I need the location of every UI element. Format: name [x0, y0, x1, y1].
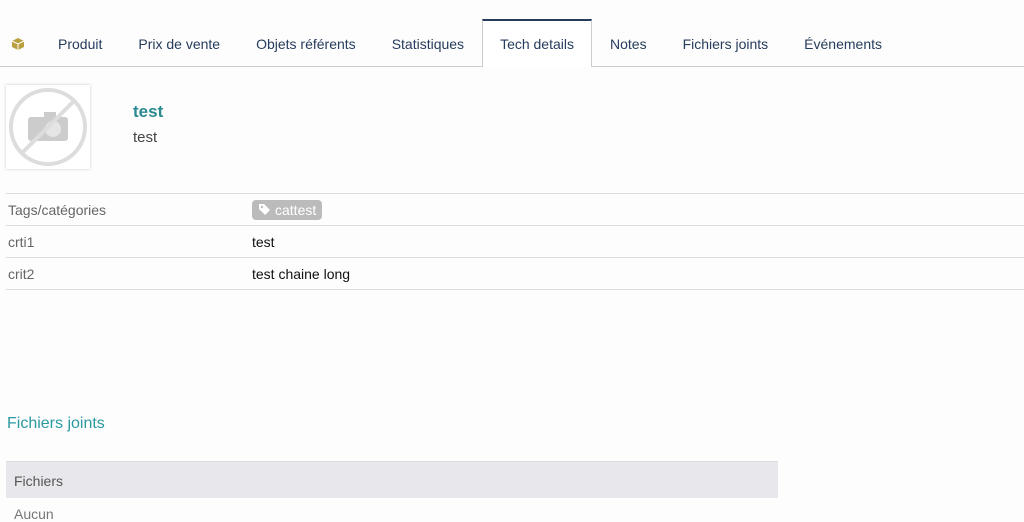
- table-row: Tags/catégories cattest: [6, 193, 1024, 226]
- tab-evenements[interactable]: Événements: [786, 19, 900, 66]
- field-label: crit2: [6, 257, 250, 290]
- tag-label: cattest: [275, 201, 317, 218]
- no-photo-image[interactable]: [6, 85, 90, 169]
- field-value: test: [250, 225, 1024, 258]
- product-label: test: [133, 129, 158, 146]
- field-label: crti1: [6, 225, 250, 258]
- field-label: Tags/catégories: [6, 193, 250, 226]
- tab-notes[interactable]: Notes: [592, 19, 665, 66]
- tab-statistiques[interactable]: Statistiques: [374, 19, 482, 66]
- files-table-header: Fichiers: [6, 461, 778, 498]
- tab-prix-de-vente[interactable]: Prix de vente: [120, 19, 238, 66]
- files-empty-text: Aucun: [14, 506, 54, 522]
- tab-fichiers-joints[interactable]: Fichiers joints: [665, 19, 787, 66]
- field-value: test chaine long: [250, 257, 1024, 290]
- tab-bar: Produit Prix de vente Objets référents S…: [0, 19, 1024, 67]
- table-row: crit2 test chaine long: [6, 257, 1024, 290]
- category-tag[interactable]: cattest: [252, 199, 323, 220]
- attached-files-title: Fichiers joints: [7, 415, 105, 432]
- tab-objets-referents[interactable]: Objets référents: [238, 19, 374, 66]
- table-row: crti1 test: [6, 225, 1024, 258]
- product-icon: [6, 19, 40, 66]
- tab-produit[interactable]: Produit: [40, 19, 120, 66]
- tab-tech-details[interactable]: Tech details: [482, 19, 592, 67]
- tag-icon: [259, 204, 270, 215]
- product-ref: test: [133, 102, 164, 121]
- attributes-table: Tags/catégories cattest crti1 test crit2…: [6, 193, 1024, 290]
